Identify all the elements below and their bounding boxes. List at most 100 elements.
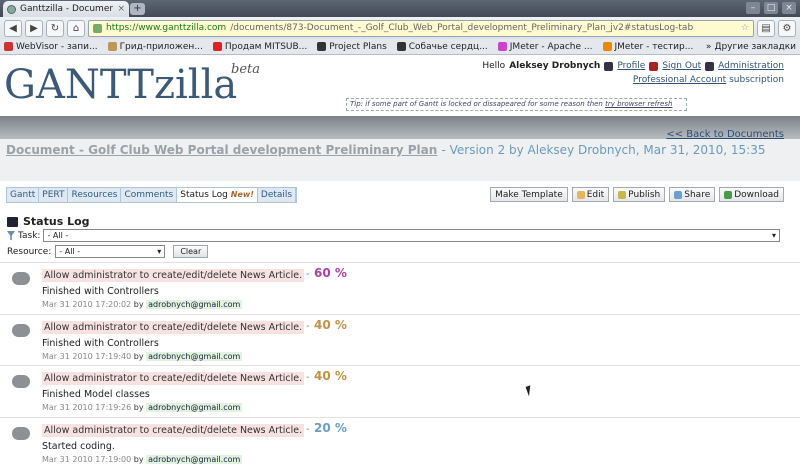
browser-tab[interactable]: Ganttzilla - Documen... ×: [3, 1, 129, 17]
monitor-icon: [7, 216, 18, 227]
download-button[interactable]: Download: [719, 187, 784, 202]
site-header: GANTTzilla beta Hello Aleksey Drobnych P…: [0, 56, 800, 116]
profile-icon: [604, 61, 614, 71]
log-separator: -: [306, 423, 310, 435]
profile-link[interactable]: Profile: [617, 61, 645, 71]
bookmark-item[interactable]: JMeter - тестир...: [602, 41, 694, 52]
task-select-value: - All -: [47, 231, 69, 240]
hello-label: Hello: [482, 61, 506, 71]
resource-select[interactable]: - All - ▾: [55, 245, 166, 258]
address-bar[interactable]: https://www.ganttzilla.com/documents/873…: [88, 19, 754, 37]
resource-filter: Resource: - All - ▾ Clear: [7, 245, 209, 258]
page-menu-icon[interactable]: ▤: [757, 19, 775, 37]
task-label: Task:: [18, 230, 41, 241]
comment-bubble-icon: [12, 426, 30, 440]
bookmark-icon: [396, 42, 406, 51]
maximize-icon[interactable]: □: [764, 2, 778, 14]
wrench-icon[interactable]: ⚙: [778, 19, 796, 37]
administration-link[interactable]: Administration: [718, 61, 784, 71]
bookmark-icon: [212, 42, 222, 51]
status-log-title: Status Log: [23, 215, 90, 228]
log-date: Mar 31 2010 17:19:00: [42, 454, 132, 464]
filter-icon: [7, 231, 15, 240]
bookmark-label: Project Plans: [329, 41, 387, 52]
log-task-name[interactable]: Allow administrator to create/edit/delet…: [42, 320, 305, 334]
log-by: by: [133, 454, 144, 464]
tab-status-log[interactable]: Status Log New!: [177, 188, 258, 202]
chevron-down-icon: ▾: [771, 231, 776, 240]
log-separator: -: [306, 269, 310, 280]
bookmarks-bar: WebVisor - запи... Грид-приложен... Прод…: [0, 39, 800, 55]
tab-details[interactable]: Details: [257, 188, 297, 202]
log-date: Mar 31 2010 17:20:02: [42, 300, 132, 309]
bookmark-item[interactable]: Продам MITSUB...: [212, 42, 307, 52]
log-meta: Mar 31 2010 17:20:02 by adrobnych@gmail.…: [42, 300, 243, 309]
professional-account-link[interactable]: Professional Account: [633, 75, 726, 85]
bookmark-label: WebVisor - запи...: [16, 41, 98, 52]
list-item: Allow administrator to create/edit/delet…: [0, 416, 800, 469]
tab-comments[interactable]: Comments: [121, 188, 178, 202]
tip-box: Tip: if some part of Gantt is locked or …: [346, 98, 687, 111]
bookmark-item[interactable]: Собачье сердц...: [396, 42, 488, 52]
bookmark-icon: [107, 42, 117, 51]
home-button[interactable]: ⌂: [67, 19, 85, 37]
document-actions: Make Template Edit Publish Share Downloa…: [490, 187, 784, 202]
log-email[interactable]: adrobnych@gmail.com: [146, 403, 243, 412]
status-log-list: Allow administrator to create/edit/delet…: [0, 262, 800, 468]
bookmark-icon: [497, 42, 507, 51]
make-template-button[interactable]: Make Template: [490, 187, 568, 202]
minimize-icon[interactable]: –: [746, 2, 760, 14]
log-task-name[interactable]: Allow administrator to create/edit/delet…: [42, 423, 305, 437]
bookmark-label: JMeter - тестир...: [614, 41, 694, 52]
share-button[interactable]: Share: [669, 187, 716, 202]
tab-pert[interactable]: PERT: [39, 188, 69, 202]
share-label: Share: [684, 189, 711, 200]
clear-button[interactable]: Clear: [173, 245, 209, 258]
log-separator: -: [306, 372, 310, 383]
document-title: Document - Golf Club Web Portal developm…: [6, 143, 766, 157]
share-icon: [674, 190, 683, 199]
tab-gantt[interactable]: Gantt: [7, 188, 40, 202]
lock-icon: [93, 23, 102, 33]
other-bookmarks[interactable]: » Другие закладки: [706, 42, 796, 52]
bookmark-item[interactable]: WebVisor - запи...: [4, 42, 98, 52]
bookmark-icon: [4, 42, 13, 51]
tab-resources[interactable]: Resources: [68, 188, 122, 202]
bookmark-item[interactable]: Грид-приложен...: [107, 42, 203, 52]
new-badge: New!: [230, 190, 254, 199]
log-email[interactable]: adrobnych@gmail.com: [146, 351, 243, 361]
new-tab-button[interactable]: +: [130, 3, 145, 15]
log-task-name[interactable]: Allow administrator to create/edit/delet…: [42, 372, 305, 385]
list-item: Allow administrator to create/edit/delet…: [0, 313, 800, 366]
back-to-documents-link[interactable]: << Back to Documents: [666, 129, 784, 140]
site-logo[interactable]: GANTTzilla: [4, 62, 237, 108]
log-message: Started coding.: [42, 440, 115, 452]
close-icon[interactable]: ×: [117, 4, 125, 14]
bookmark-label: JMeter - Apache ...: [509, 41, 593, 52]
tab-status-log-label: Status Log: [180, 190, 228, 200]
tab-title: Ganttzilla - Documen...: [20, 4, 114, 14]
refresh-link[interactable]: try browser refresh: [605, 100, 672, 108]
edit-button[interactable]: Edit: [571, 187, 610, 202]
task-select[interactable]: - All - ▾: [43, 229, 780, 242]
document-name[interactable]: Document - Golf Club Web Portal developm…: [6, 143, 437, 157]
close-window-icon[interactable]: ×: [782, 2, 796, 14]
bookmark-item[interactable]: JMeter - Apache ...: [497, 41, 593, 52]
url-domain: https://www.ganttzilla.com: [106, 23, 227, 33]
log-message: Finished Model classes: [42, 389, 150, 400]
log-task-name[interactable]: Allow administrator to create/edit/delet…: [42, 269, 305, 282]
bookmark-item[interactable]: Project Plans: [317, 42, 387, 52]
publish-button[interactable]: Publish: [613, 187, 666, 202]
sign-out-link[interactable]: Sign Out: [662, 61, 701, 71]
star-icon[interactable]: ☆: [741, 23, 749, 33]
log-email[interactable]: adrobnych@gmail.com: [146, 454, 243, 464]
admin-icon: [705, 61, 715, 71]
log-email[interactable]: adrobnych@gmail.com: [146, 300, 243, 309]
download-label: Download: [734, 189, 779, 200]
forward-button[interactable]: ▶: [25, 19, 43, 37]
reload-button[interactable]: ↻: [46, 19, 64, 37]
log-by: by: [133, 351, 144, 361]
sign-out-icon: [649, 61, 659, 71]
back-button[interactable]: ◀: [4, 19, 22, 37]
account-info: Professional Account subscription: [633, 75, 784, 85]
